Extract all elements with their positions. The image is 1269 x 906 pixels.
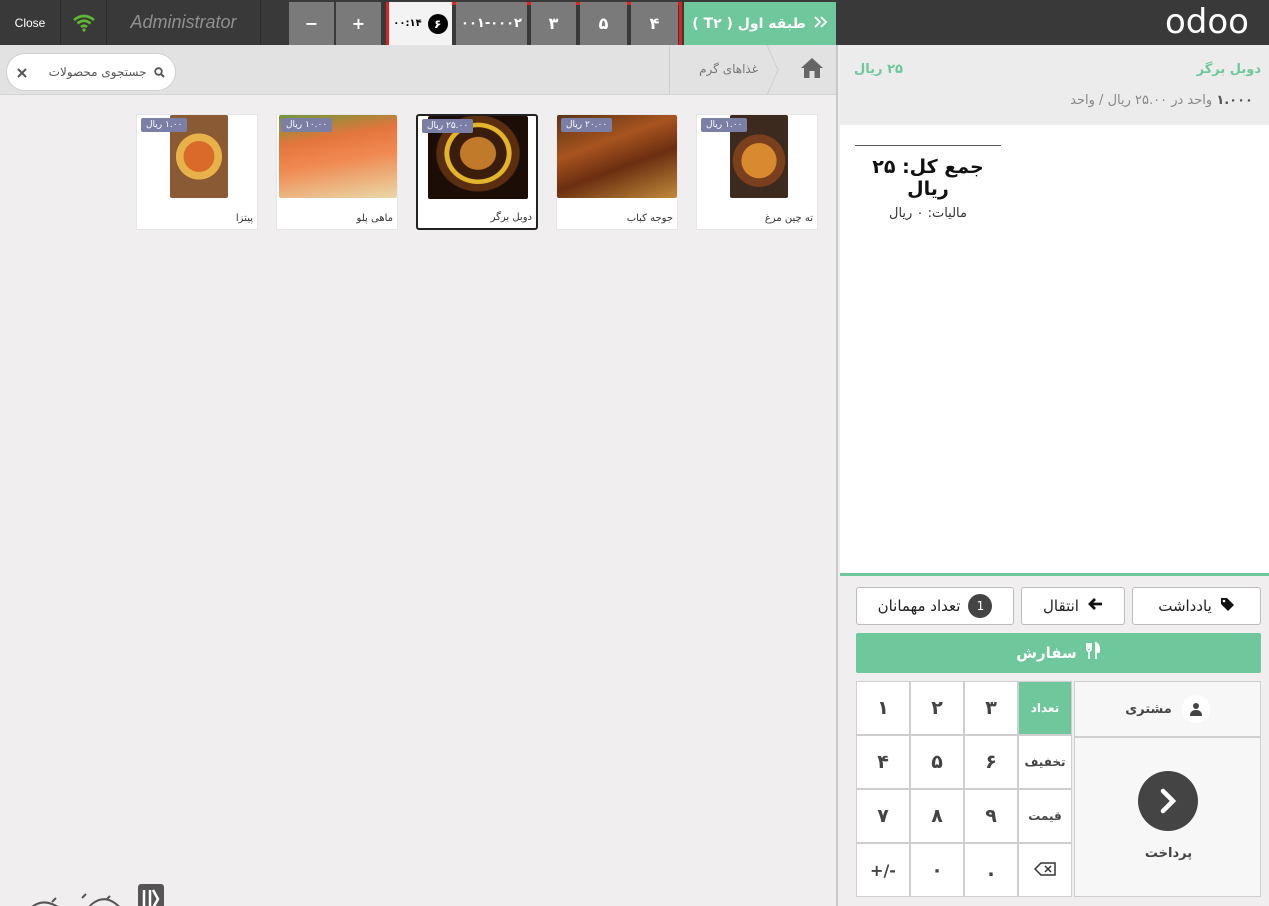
order-tax: مالیات: ۰ ریال [889,206,967,221]
order-label: سفارش [1016,644,1077,662]
breadcrumb-separator-icon [766,44,786,96]
product-price-badge: ۱.۰۰ ریال [701,118,748,132]
wifi-icon [61,0,107,45]
numpad-key-8[interactable]: ۸ [910,789,964,843]
product-name: ماهی پلو [356,213,393,224]
tag-icon [1220,597,1235,616]
numpad: ۱ ۲ ۳ تعداد ۴ ۵ ۶ تخفیف ۷ ۸ ۹ قیمت +/- ۰… [856,681,1074,897]
submit-order-button[interactable]: سفارش [856,633,1261,673]
user-icon [1181,695,1210,723]
numpad-key-sign[interactable]: +/- [856,843,910,897]
numpad-key-7[interactable]: ۷ [856,789,910,843]
guests-label: تعداد مهمانان [877,597,961,615]
order-line-qty: ۱.۰۰۰ [1216,93,1253,108]
note-label: یادداشت [1158,597,1212,615]
product-price-badge: ۱۰.۰۰ ریال [281,118,333,132]
arrow-left-icon [1087,597,1103,615]
watermark-logo [22,880,172,906]
numpad-key-1[interactable]: ۱ [856,681,910,735]
search-icon [154,63,165,82]
order-tab[interactable]: ۰۰۱-۰۰۰۲ [456,2,527,45]
numpad-key-4[interactable]: ۴ [856,735,910,789]
order-summary: جمع کل: ۲۵ ریال مالیات: ۰ ریال [855,145,1001,221]
payment-label: پرداخت [1144,846,1193,861]
clear-search-icon[interactable] [17,63,27,82]
guests-count-badge: 1 [968,594,993,618]
guests-button[interactable]: 1 تعداد مهمانان [856,587,1014,625]
backspace-icon [1033,859,1056,881]
home-icon[interactable] [800,57,824,79]
order-tab-time: ۰۰:۱۴ [393,18,422,29]
payment-button[interactable]: پرداخت [1074,737,1261,897]
mode-discount-button[interactable]: تخفیف [1018,735,1072,789]
product-price-badge: ۲۰.۰۰ ریال [561,118,613,132]
numpad-key-0[interactable]: ۰ [910,843,964,897]
numpad-key-6[interactable]: ۶ [964,735,1018,789]
transfer-label: انتقال [1043,597,1079,615]
order-count-badge: ۶ [427,13,448,34]
product-price-badge: ۱.۰۰ ریال [141,118,188,132]
product-card[interactable]: ۱.۰۰ ریال ته چین مرغ [696,114,818,230]
floor-label: طبقه اول ( T۲ ) [692,15,806,32]
delete-order-button[interactable]: − [289,2,334,45]
numpad-key-5[interactable]: ۵ [910,735,964,789]
product-price-badge: ۲۵.۰۰ ریال [422,119,474,133]
numpad-key-dot[interactable]: . [964,843,1018,897]
floor-back-button[interactable]: طبقه اول ( T۲ ) [684,2,836,45]
product-name: ته چین مرغ [764,213,813,224]
product-card[interactable]: ۱۰.۰۰ ریال ماهی پلو [276,114,398,230]
mode-price-button[interactable]: قیمت [1018,789,1072,843]
double-chevron-right-icon [814,15,828,32]
new-order-button[interactable]: + [336,2,381,45]
search-input[interactable] [34,65,147,79]
breadcrumb-divider [669,45,670,95]
breadcrumb-category[interactable]: غذاهای گرم [678,62,758,76]
customer-label: مشتری [1125,701,1172,717]
product-card[interactable]: ۱.۰۰ ریال پیتزا [136,114,258,230]
mode-quantity-button[interactable]: تعداد [1018,681,1072,735]
product-screen: غذاهای گرم ۱.۰۰ ریال ته چین مرغ ۲۰.۰۰ ری… [0,44,838,906]
order-panel: دوبل برگر ۲۵ ریال ۱.۰۰۰ واحد در ۲۵.۰۰ ری… [840,45,1269,906]
order-line-selected[interactable]: دوبل برگر ۲۵ ریال ۱.۰۰۰ واحد در ۲۵.۰۰ ری… [840,45,1269,125]
order-line-unit-price: واحد در ۲۵.۰۰ ریال / واحد [1070,93,1213,108]
product-card-selected[interactable]: ۲۵.۰۰ ریال دوبل برگر [416,114,538,230]
numpad-key-9[interactable]: ۹ [964,789,1018,843]
product-name: پیتزا [235,213,253,224]
order-line-price: ۲۵ ریال [854,62,903,77]
product-name: دوبل برگر [490,212,532,223]
user-name[interactable]: Administrator [107,0,261,45]
note-button[interactable]: یادداشت [1132,587,1261,625]
breadcrumb: غذاهای گرم [0,44,836,96]
order-tab[interactable]: ۵ [580,2,627,45]
numpad-key-2[interactable]: ۲ [910,681,964,735]
transfer-button[interactable]: انتقال [1021,587,1125,625]
product-name: جوجه کباب [626,213,673,224]
top-bar: Close Administrator − + ۰۰:۱۴ ۶ ۰۰۱-۰۰۰۲… [0,0,1269,49]
search-box [6,53,176,91]
order-tab[interactable]: ۴ [631,2,678,45]
customer-button[interactable]: مشتری [1074,681,1261,737]
control-panel: 1 تعداد مهمانان انتقال یادداشت سفارش ۱ ۲… [840,573,1269,906]
chevron-right-icon [1138,771,1198,831]
backspace-button[interactable] [1018,843,1072,897]
order-line-name: دوبل برگر [1196,62,1261,77]
order-tab[interactable]: ۳ [531,2,576,45]
order-total: جمع کل: ۲۵ ریال [872,156,984,200]
odoo-logo: odoo [1149,2,1265,42]
svg-text:odoo: odoo [1165,5,1249,39]
product-card[interactable]: ۲۰.۰۰ ریال جوجه کباب [556,114,678,230]
cutlery-icon [1085,641,1101,664]
numpad-key-3[interactable]: ۳ [964,681,1018,735]
order-line-info: ۱.۰۰۰ واحد در ۲۵.۰۰ ریال / واحد [1070,93,1253,108]
close-button[interactable]: Close [0,0,61,45]
order-tab-active[interactable]: ۰۰:۱۴ ۶ [389,2,452,45]
